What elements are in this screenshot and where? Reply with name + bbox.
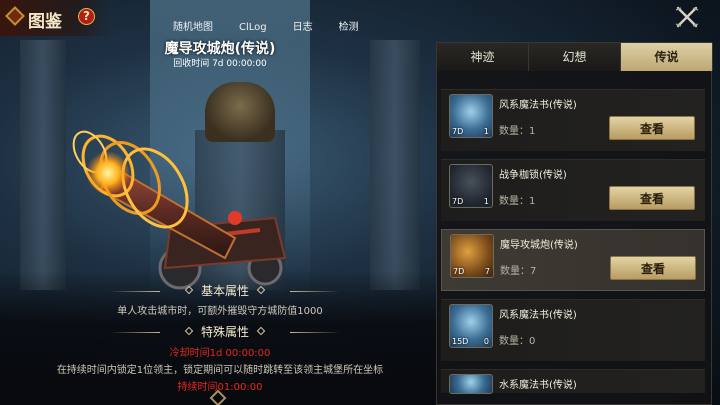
list-item[interactable]: 水系魔法书(传说): [441, 369, 705, 394]
siege-cannon-illustration: [72, 130, 287, 290]
list-item[interactable]: 7D 1 战争枷锁(传说) 数量：1 查看: [441, 159, 705, 221]
item-title: 水系魔法书(传说): [499, 380, 577, 391]
diamond-icon: [256, 285, 266, 295]
list-item[interactable]: 15D 0 风系魔法书(传说) 数量：0: [441, 299, 705, 361]
special-attributes-text: 在持续时间内锁定1位领主，锁定期间可以随时跳转至该领主城堡所在坐标: [56, 365, 384, 376]
item-quantity: 数量：7: [500, 266, 537, 277]
siege-cannon-icon: 7D 7: [450, 234, 494, 278]
tab-miracle[interactable]: 神迹: [437, 43, 529, 71]
title-ornament-icon: [5, 6, 25, 26]
rarity-tabs: 神迹 幻想 传说: [437, 43, 713, 73]
pillar: [370, 40, 420, 290]
list-item-selected[interactable]: 7D 7 魔导攻城炮(传说) 数量：7 查看: [441, 229, 705, 291]
item-name: 魔导攻城炮(传说): [164, 41, 276, 57]
close-x-icon[interactable]: [672, 4, 702, 30]
question-mark-icon[interactable]: ?: [78, 8, 95, 25]
top-bar: 图鉴 ? 随机地图 ClLog 日志 检测: [0, 0, 720, 36]
recycle-time: 回收时间 7d 00:00:00: [173, 59, 267, 69]
tab-legend[interactable]: 传说: [621, 43, 713, 71]
item-title: 风系魔法书(传说): [499, 310, 577, 321]
item-quantity: 数量：1: [499, 196, 536, 207]
tab-cllog[interactable]: ClLog: [226, 20, 280, 36]
item-quantity: 数量：1: [499, 126, 536, 137]
special-attributes-heading: 特殊属性: [110, 323, 340, 341]
magic-book-icon: 15D 0: [449, 304, 493, 348]
debug-tabs: 随机地图 ClLog 日志 检测: [160, 20, 372, 36]
diamond-icon: [184, 326, 194, 336]
cooldown-time: 冷却时间1d 00:00:00: [169, 348, 271, 359]
title-plate: 图鉴 ?: [0, 0, 110, 36]
tab-check[interactable]: 检测: [326, 20, 372, 36]
diamond-icon: [256, 326, 266, 336]
page-title: 图鉴: [28, 12, 62, 32]
tab-random-map[interactable]: 随机地图: [160, 20, 226, 36]
shackles-icon: 7D 1: [449, 164, 493, 208]
diamond-icon: [184, 285, 194, 295]
item-quantity: 数量：0: [499, 336, 536, 347]
view-button[interactable]: 查看: [609, 186, 695, 210]
item-title: 魔导攻城炮(传说): [500, 240, 578, 251]
basic-attributes-heading: 基本属性: [110, 282, 340, 300]
view-button[interactable]: 查看: [609, 116, 695, 140]
list-item[interactable]: 7D 1 风系魔法书(传说) 数量：1 查看: [441, 89, 705, 151]
magic-book-icon: 7D 1: [449, 94, 493, 138]
basic-attributes-text: 单人攻击城市时，可额外摧毁守方城防值1000: [117, 306, 323, 317]
item-title: 战争枷锁(传说): [499, 170, 567, 181]
item-list-panel: 神迹 幻想 传说 7D 1 风系魔法书(传说) 数量：1 查看 7D 1 战争枷…: [436, 42, 713, 405]
item-title: 风系魔法书(传说): [499, 100, 577, 111]
tab-log[interactable]: 日志: [280, 20, 326, 36]
tab-fantasy[interactable]: 幻想: [529, 43, 621, 71]
item-list: 7D 1 风系魔法书(传说) 数量：1 查看 7D 1 战争枷锁(传说) 数量：…: [441, 89, 705, 401]
view-button[interactable]: 查看: [610, 256, 696, 280]
magic-book-icon: [449, 374, 493, 394]
